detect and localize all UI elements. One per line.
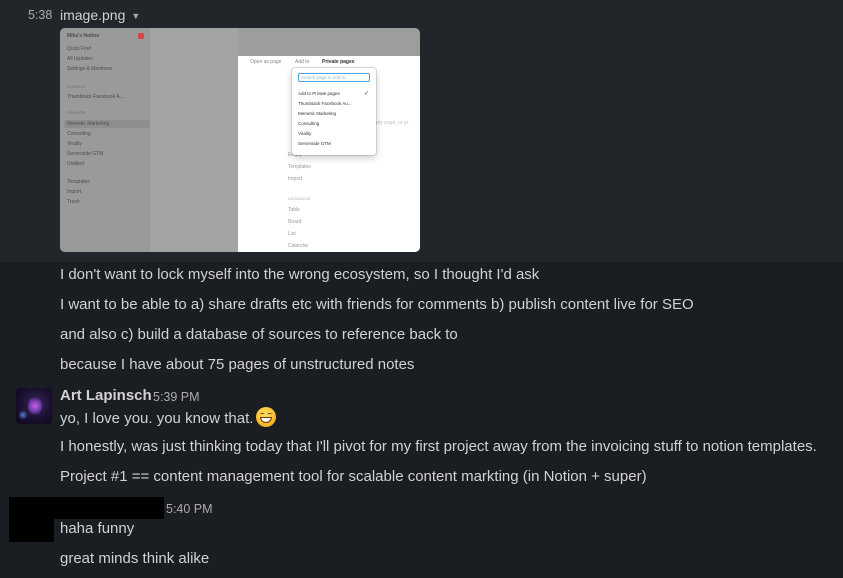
private-header: PRIVATE — [67, 110, 86, 115]
open-as-page: Open as page — [250, 59, 282, 65]
sidebar-item-trash: Trash — [67, 199, 80, 205]
avatar[interactable] — [16, 388, 52, 424]
message-timestamp[interactable]: 5:38 — [28, 8, 52, 22]
private-pages-selector: Private pages — [322, 59, 355, 65]
ghost-item-import: Import — [288, 176, 303, 182]
notification-badge — [138, 33, 144, 39]
add-to-label: Add to — [295, 59, 310, 65]
add-to-dropdown: Search page to add to... Add to Private … — [292, 68, 376, 155]
dropdown-search: Search page to add to... — [298, 73, 370, 82]
redacted-avatar — [9, 497, 54, 542]
image-attachment[interactable]: Mika's Notion Quick Find All Updates Set… — [60, 28, 420, 252]
message-timestamp[interactable]: 5:40 PM — [166, 502, 213, 516]
file-name: image.png — [60, 7, 126, 23]
db-item-board: Board — [288, 219, 302, 225]
sidebar-item-quick-find: Quick Find — [67, 46, 91, 52]
message-line: yo, I love you. you know that. — [60, 410, 254, 427]
dropdown-item: Consulting — [298, 121, 320, 126]
message-text: haha funny — [60, 520, 135, 537]
db-item-list: List — [288, 231, 296, 237]
ghost-item-templates: Templates — [288, 164, 311, 170]
grinning-face-emoji-icon — [256, 407, 277, 427]
file-name-toggle[interactable]: image.png ▼ — [60, 7, 140, 23]
db-item-table: Table — [288, 207, 300, 213]
message-text: I don't want to lock myself into the wro… — [60, 266, 540, 283]
sidebar-item-templates: Templates — [67, 179, 90, 185]
redacted-name — [54, 497, 164, 519]
private-item-serverside: Serverside GTM — [67, 151, 104, 157]
db-item-calendar: Calendar — [288, 243, 309, 249]
dropdown-item: Add to Private pages — [298, 91, 340, 96]
private-item-untitled: Untitled — [67, 161, 84, 167]
private-item-memetic: Memetic Marketing — [67, 121, 110, 127]
dropdown-item: Thumbtack Facebook Au... — [298, 101, 352, 106]
private-item-virality: Virality — [67, 141, 82, 147]
message-text: yo, I love you. you know that. — [60, 407, 277, 427]
dropdown-item: Memetic Marketing — [298, 111, 337, 116]
sidebar-item-import: Import — [67, 189, 82, 195]
message-timestamp[interactable]: 5:39 PM — [153, 390, 200, 404]
shared-header: SHARED — [67, 84, 86, 89]
workspace-name: Mika's Notion — [67, 33, 100, 39]
dropdown-item: Virality — [298, 131, 312, 136]
check-icon: ✓ — [364, 91, 370, 97]
sidebar-item-settings: Settings & Members — [67, 66, 113, 72]
message-text: because I have about 75 pages of unstruc… — [60, 356, 415, 373]
shared-item: Thumbtack Facebook A... — [67, 94, 124, 100]
page-empty-hint: mpty page, or pr — [372, 120, 409, 126]
author-name[interactable]: Art Lapinsch — [60, 387, 152, 404]
message-text: Project #1 == content management tool fo… — [60, 468, 647, 485]
message-text: great minds think alike — [60, 550, 210, 567]
private-item-consulting: Consulting — [67, 131, 91, 137]
sidebar-item-all-updates: All Updates — [67, 56, 93, 62]
caret-down-icon[interactable]: ▼ — [131, 11, 140, 21]
database-header: DATABASE — [288, 196, 312, 201]
message-text: I honestly, was just thinking today that… — [60, 438, 817, 455]
dropdown-item: Serverside GTM — [298, 141, 331, 146]
message-text: and also c) build a database of sources … — [60, 326, 458, 343]
message-text: I want to be able to a) share drafts etc… — [60, 296, 694, 313]
